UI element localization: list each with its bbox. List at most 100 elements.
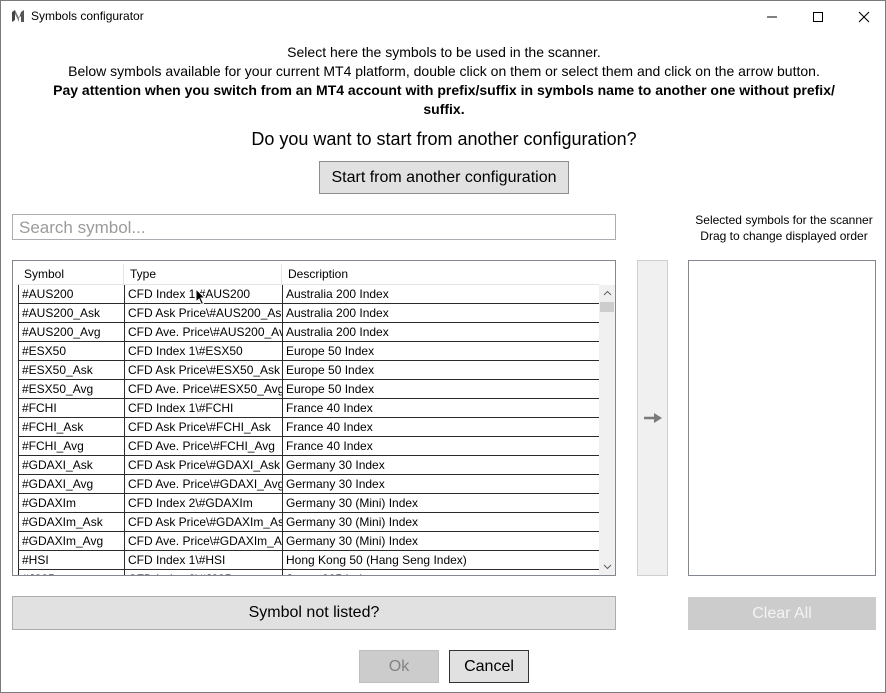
drag-order-hint: Drag to change displayed order xyxy=(700,229,868,243)
table-row[interactable]: #FCHI CFD Index 1\#FCHI France 40 Index xyxy=(18,399,600,418)
symbol-cell: #GDAXI_Ask xyxy=(19,456,125,474)
type-cell: CFD Ave. Price\#GDAXIm_Avg xyxy=(125,532,283,550)
minimize-icon xyxy=(767,16,777,17)
symbol-cell: #AUS200_Ask xyxy=(19,304,125,322)
table-row[interactable]: #ESX50_Avg CFD Ave. Price\#ESX50_Avg Europ… xyxy=(18,380,600,399)
symbol-cell: #ESX50 xyxy=(19,342,125,360)
symbol-cell: #AUS200_Avg xyxy=(19,323,125,341)
window-title: Symbols configurator xyxy=(31,9,144,23)
maximize-button[interactable] xyxy=(795,1,841,32)
selected-symbols-list[interactable] xyxy=(688,260,876,576)
table-row[interactable]: #J225CFD Index 2\#J225Japan 225 Index xyxy=(18,570,600,575)
description-cell: France 40 Index xyxy=(283,399,600,417)
type-cell: CFD Index 2\#GDAXIm xyxy=(125,494,283,512)
minimize-button[interactable] xyxy=(749,1,795,32)
table-scrollbar[interactable] xyxy=(599,285,615,575)
prefix-suffix-warning: Pay attention when you switch from an MT… xyxy=(41,81,847,119)
table-row[interactable]: #GDAXI_Avg CFD Ave. Price\#GDAXI_Avg Germa… xyxy=(18,475,600,494)
description-cell: Europe 50 Index xyxy=(283,361,600,379)
instruction-line-2: Below symbols available for your current… xyxy=(68,63,820,79)
app-logo-icon xyxy=(12,10,24,22)
type-cell: CFD Ask Price\#GDAXIm_Ask xyxy=(125,513,283,531)
close-button[interactable] xyxy=(841,1,886,32)
search-symbol-input[interactable]: Search symbol... xyxy=(12,214,616,240)
chevron-up-icon xyxy=(603,290,611,296)
table-row[interactable]: #AUS200_Ask CFD Ask Price\#AUS200_Ask Aust… xyxy=(18,304,600,323)
description-cell: Europe 50 Index xyxy=(283,342,600,360)
symbols-table[interactable]: Symbol Type Description #AUS200 CFD Index… xyxy=(12,260,616,576)
type-cell: CFD Index 1\#HSI xyxy=(125,551,283,569)
table-row[interactable]: #ESX50 CFD Index 1\#ESX50 Europe 50 Index xyxy=(18,342,600,361)
type-cell: CFD Index 1\#ESX50 xyxy=(125,342,283,360)
table-row[interactable]: #GDAXI_Ask CFD Ask Price\#GDAXI_Ask German… xyxy=(18,456,600,475)
symbol-cell: #GDAXIm xyxy=(19,494,125,512)
start-from-another-configuration-button[interactable]: Start from another configuration xyxy=(319,161,569,194)
arrow-right-icon xyxy=(643,413,662,423)
table-row[interactable]: #AUS200_Avg CFD Ave. Price\#AUS200_Avg Aus… xyxy=(18,323,600,342)
column-header-description[interactable]: Description xyxy=(282,264,599,285)
description-cell: Germany 30 (Mini) Index xyxy=(283,494,600,512)
symbol-cell: #HSI xyxy=(19,551,125,569)
table-row[interactable]: #HSI CFD Index 1\#HSI Hong Kong 50 (Hang S… xyxy=(18,551,600,570)
mouse-cursor-icon xyxy=(195,288,207,306)
description-cell: Hong Kong 50 (Hang Seng Index) xyxy=(283,551,600,569)
type-cell: CFD Ave. Price\#ESX50_Avg xyxy=(125,380,283,398)
type-cell: CFD Ask Price\#FCHI_Ask xyxy=(125,418,283,436)
column-header-symbol[interactable]: Symbol xyxy=(18,264,124,285)
table-row[interactable]: #ESX50_Ask CFD Ask Price\#ESX50_Ask Europe… xyxy=(18,361,600,380)
warning-line-1: Pay attention when you switch from an MT… xyxy=(53,82,835,98)
table-row[interactable]: #FCHI_Ask CFD Ask Price\#FCHI_Ask France 4… xyxy=(18,418,600,437)
symbol-cell: #AUS200 xyxy=(19,285,125,303)
symbol-cell: #GDAXIm_Ask xyxy=(19,513,125,531)
symbols-configurator-window: Symbols configurator Select here the sym… xyxy=(0,0,886,693)
type-cell: CFD Index 1\#FCHI xyxy=(125,399,283,417)
symbol-cell: #FCHI_Ask xyxy=(19,418,125,436)
symbol-not-listed-button[interactable]: Symbol not listed? xyxy=(12,596,616,630)
table-row[interactable]: #FCHI_Avg CFD Ave. Price\#FCHI_Avg France … xyxy=(18,437,600,456)
type-cell: CFD Ave. Price\#GDAXI_Avg xyxy=(125,475,283,493)
symbol-cell: #J225 xyxy=(19,570,125,575)
type-cell: CFD Ask Price\#ESX50_Ask xyxy=(125,361,283,379)
type-cell: CFD Ave. Price\#FCHI_Avg xyxy=(125,437,283,455)
type-cell: CFD Index 2\#J225 xyxy=(125,570,283,575)
close-icon xyxy=(858,11,870,22)
symbol-cell: #ESX50_Avg xyxy=(19,380,125,398)
table-row[interactable]: #AUS200 CFD Index 1\#AUS200 Australia 200 … xyxy=(18,285,600,304)
table-row[interactable]: #GDAXIm CFD Index 2\#GDAXIm Germany 30 (Mi… xyxy=(18,494,600,513)
description-cell: Australia 200 Index xyxy=(283,285,600,303)
instruction-line-1: Select here the symbols to be used in th… xyxy=(287,44,601,60)
symbol-cell: #ESX50_Ask xyxy=(19,361,125,379)
description-cell: Germany 30 Index xyxy=(283,475,600,493)
symbol-cell: #FCHI_Avg xyxy=(19,437,125,455)
title-bar[interactable]: Symbols configurator xyxy=(1,1,885,32)
symbol-cell: #FCHI xyxy=(19,399,125,417)
type-cell: CFD Ave. Price\#AUS200_Avg xyxy=(125,323,283,341)
search-placeholder: Search symbol... xyxy=(19,218,146,237)
description-cell: Australia 200 Index xyxy=(283,323,600,341)
cancel-button[interactable]: Cancel xyxy=(449,650,529,683)
description-cell: Australia 200 Index xyxy=(283,304,600,322)
configuration-question: Do you want to start from another config… xyxy=(251,129,637,149)
symbol-cell: #GDAXIm_Avg xyxy=(19,532,125,550)
table-row[interactable]: #GDAXIm_Ask CFD Ask Price\#GDAXIm_Ask Germ… xyxy=(18,513,600,532)
scroll-up-button[interactable] xyxy=(599,285,615,301)
maximize-icon xyxy=(813,11,823,22)
column-header-type[interactable]: Type xyxy=(124,264,282,285)
description-cell: Japan 225 Index xyxy=(283,570,600,575)
description-cell: Germany 30 (Mini) Index xyxy=(283,532,600,550)
scrollbar-thumb[interactable] xyxy=(600,302,614,312)
table-body: #AUS200 CFD Index 1\#AUS200 Australia 200 … xyxy=(18,285,600,575)
type-cell: CFD Ask Price\#GDAXI_Ask xyxy=(125,456,283,474)
table-header: Symbol Type Description xyxy=(18,264,599,285)
add-symbol-arrow-button[interactable] xyxy=(637,260,668,576)
table-row[interactable]: #GDAXIm_Avg CFD Ave. Price\#GDAXIm_Avg Ger… xyxy=(18,532,600,551)
type-cell: CFD Ask Price\#AUS200_Ask xyxy=(125,304,283,322)
clear-all-button[interactable]: Clear All xyxy=(688,597,876,630)
scroll-down-button[interactable] xyxy=(599,559,615,575)
symbol-cell: #GDAXI_Avg xyxy=(19,475,125,493)
description-cell: Europe 50 Index xyxy=(283,380,600,398)
warning-line-2: suffix. xyxy=(423,101,465,117)
ok-button[interactable]: Ok xyxy=(359,650,439,683)
chevron-down-icon xyxy=(603,564,611,570)
description-cell: France 40 Index xyxy=(283,418,600,436)
